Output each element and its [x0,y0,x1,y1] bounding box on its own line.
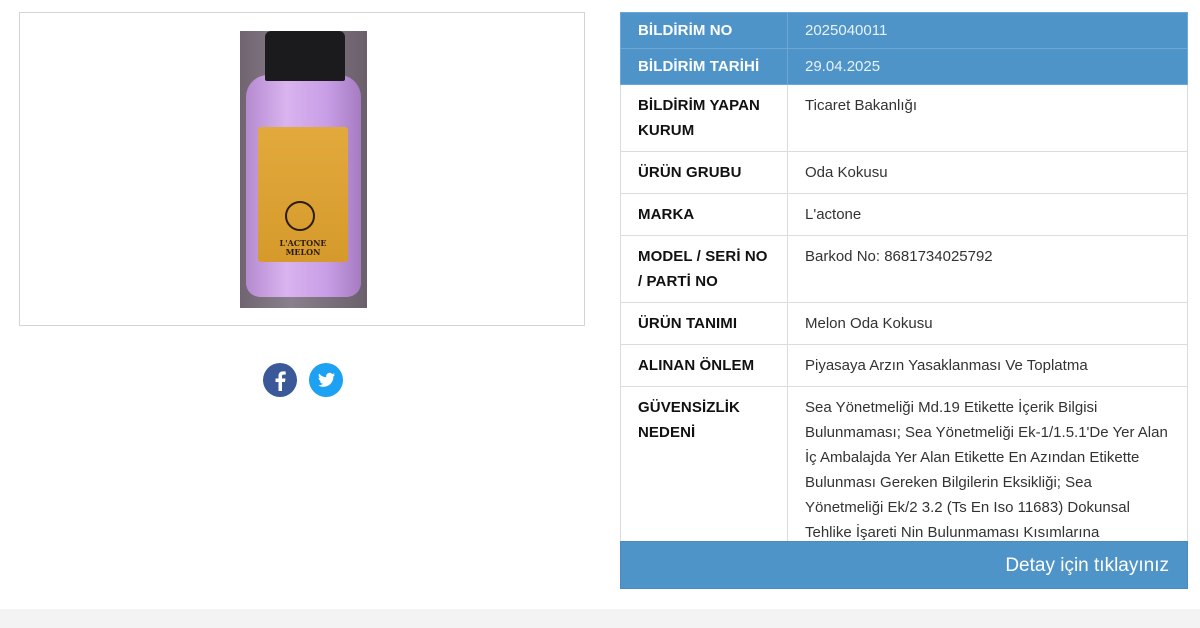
row-value: Ticaret Bakanlığı [787,84,1188,152]
facebook-icon[interactable] [262,362,298,398]
row-value: L'actone [787,193,1188,236]
table-row: BİLDİRİM TARİHİ 29.04.2025 [620,48,1188,85]
detail-button[interactable]: Detay için tıklayınız [620,541,1188,589]
social-share [262,362,344,398]
label-scent: MELON [285,247,321,257]
row-value: 2025040011 [787,12,1188,49]
bottle-cap [265,31,345,81]
row-key: BİLDİRİM NO [620,12,788,49]
table-row: ALINAN ÖNLEM Piyasaya Arzın Yasaklanması… [620,344,1188,387]
row-key: ALINAN ÖNLEM [620,344,788,387]
twitter-icon[interactable] [308,362,344,398]
table-row: MARKA L'actone [620,193,1188,236]
table-row: ÜRÜN GRUBU Oda Kokusu [620,151,1188,194]
brand-logo-icon [285,201,315,231]
row-key: BİLDİRİM TARİHİ [620,48,788,85]
row-value: 29.04.2025 [787,48,1188,85]
notification-details-table: BİLDİRİM NO 2025040011 BİLDİRİM TARİHİ 2… [620,12,1188,579]
table-row: BİLDİRİM YAPAN KURUM Ticaret Bakanlığı [620,84,1188,152]
row-value: Piyasaya Arzın Yasaklanması Ve Toplatma [787,344,1188,387]
table-row: MODEL / SERİ NO / PARTİ NO Barkod No: 86… [620,235,1188,303]
bottle-label-text: L'ACTONE MELON [260,239,346,257]
row-key: ÜRÜN TANIMI [620,302,788,345]
row-value: Oda Kokusu [787,151,1188,194]
product-photo[interactable]: L'ACTONE MELON [240,31,367,308]
row-value: Barkod No: 8681734025792 [787,235,1188,303]
page-footer [0,609,1200,628]
row-value: Melon Oda Kokusu [787,302,1188,345]
row-key: MODEL / SERİ NO / PARTİ NO [620,235,788,303]
row-key: BİLDİRİM YAPAN KURUM [620,84,788,152]
row-key: MARKA [620,193,788,236]
table-row: ÜRÜN TANIMI Melon Oda Kokusu [620,302,1188,345]
row-key: ÜRÜN GRUBU [620,151,788,194]
table-row: BİLDİRİM NO 2025040011 [620,12,1188,49]
product-image-frame: L'ACTONE MELON [19,12,585,326]
